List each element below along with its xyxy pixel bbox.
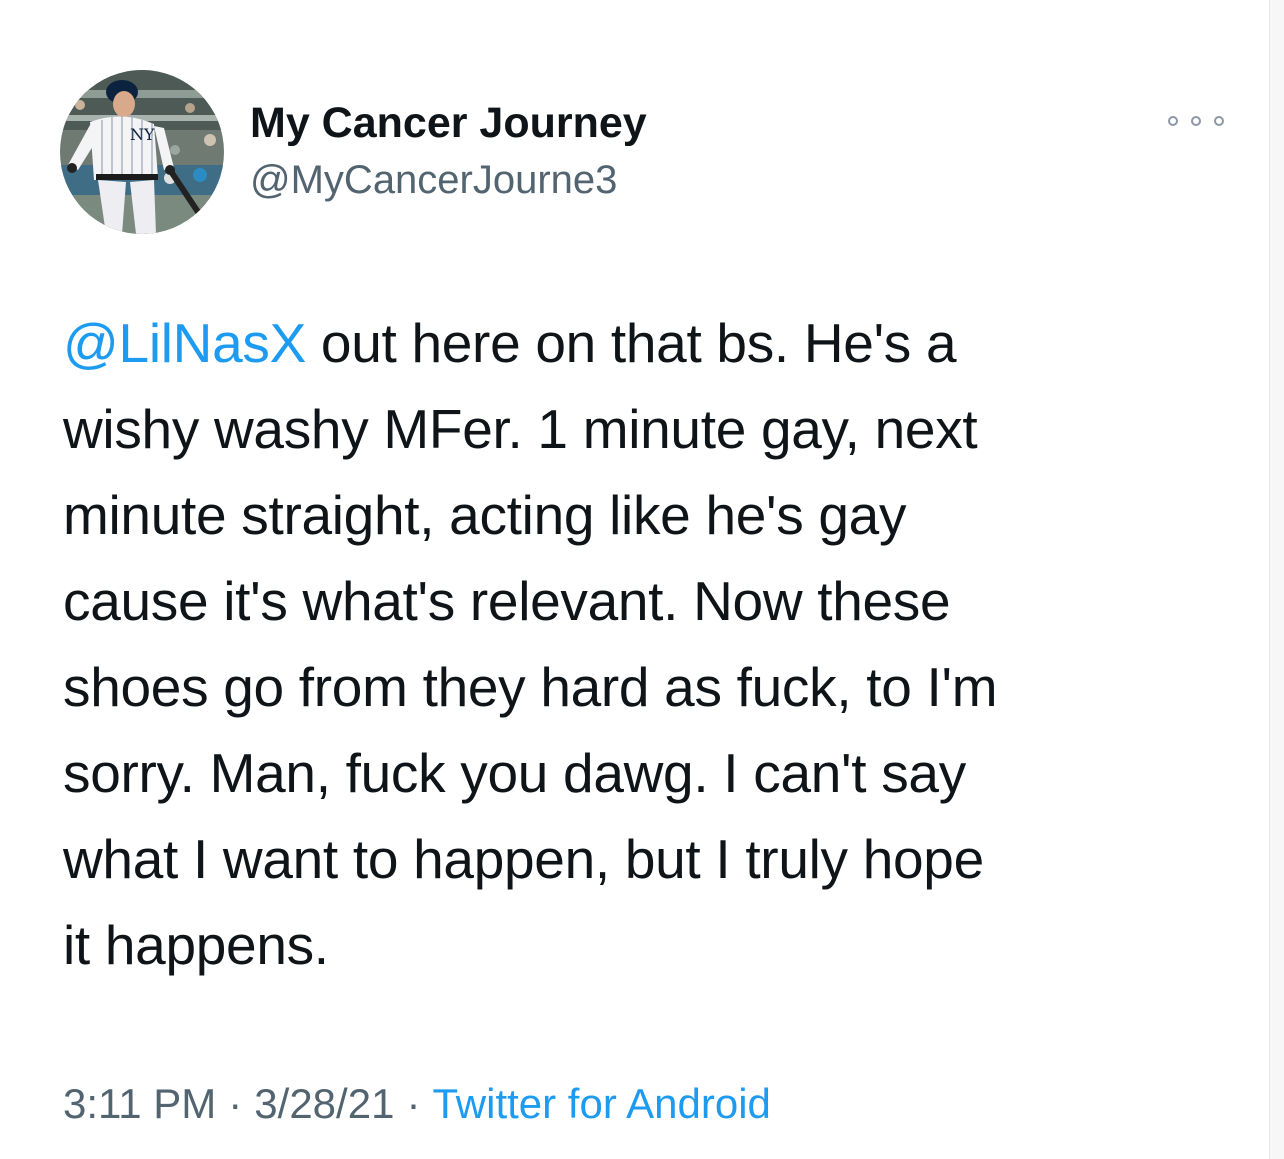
tweet-text: @LilNasX out here on that bs. He's a wis… [63,300,1233,988]
display-name[interactable]: My Cancer Journey [250,99,647,148]
tweet-card: NY My Cancer Journey @MyCancerJourne3 @L… [0,0,1266,1159]
tweet-line: what I want to happen, but I truly hope [63,828,984,890]
tweet-date[interactable]: 3/28/21 [254,1080,394,1127]
mention-link[interactable]: @LilNasX [63,312,306,374]
tweet-line-text: out here on that bs. He's a [305,312,957,374]
meta-separator: · [228,1080,243,1127]
tweet-line: wishy washy MFer. 1 minute gay, next [63,398,978,460]
tweet-meta: 3:11 PM · 3/28/21 · Twitter for Android [63,1080,771,1128]
tweet-line: sorry. Man, fuck you dawg. I can't say [63,742,966,804]
scrollbar[interactable] [1269,0,1284,1159]
tweet-time[interactable]: 3:11 PM [63,1080,216,1127]
user-handle[interactable]: @MyCancerJourne3 [250,158,617,203]
tweet-line: it happens. [63,914,329,976]
tweet-line: @LilNasX out here on that bs. He's a [63,300,1233,386]
avatar[interactable]: NY [60,70,224,234]
svg-text:NY: NY [130,125,155,144]
ellipsis-icon[interactable] [1168,106,1224,136]
tweet-source-link[interactable]: Twitter for Android [432,1080,770,1127]
baseball-player-avatar-icon: NY [60,70,224,234]
dot [1191,116,1201,126]
meta-separator: · [406,1080,421,1127]
tweet-line: minute straight, acting like he's gay [63,484,907,546]
dot [1168,116,1178,126]
dot [1214,116,1224,126]
tweet-line: cause it's what's relevant. Now these [63,570,951,632]
tweet-line: shoes go from they hard as fuck, to I'm [63,656,998,718]
